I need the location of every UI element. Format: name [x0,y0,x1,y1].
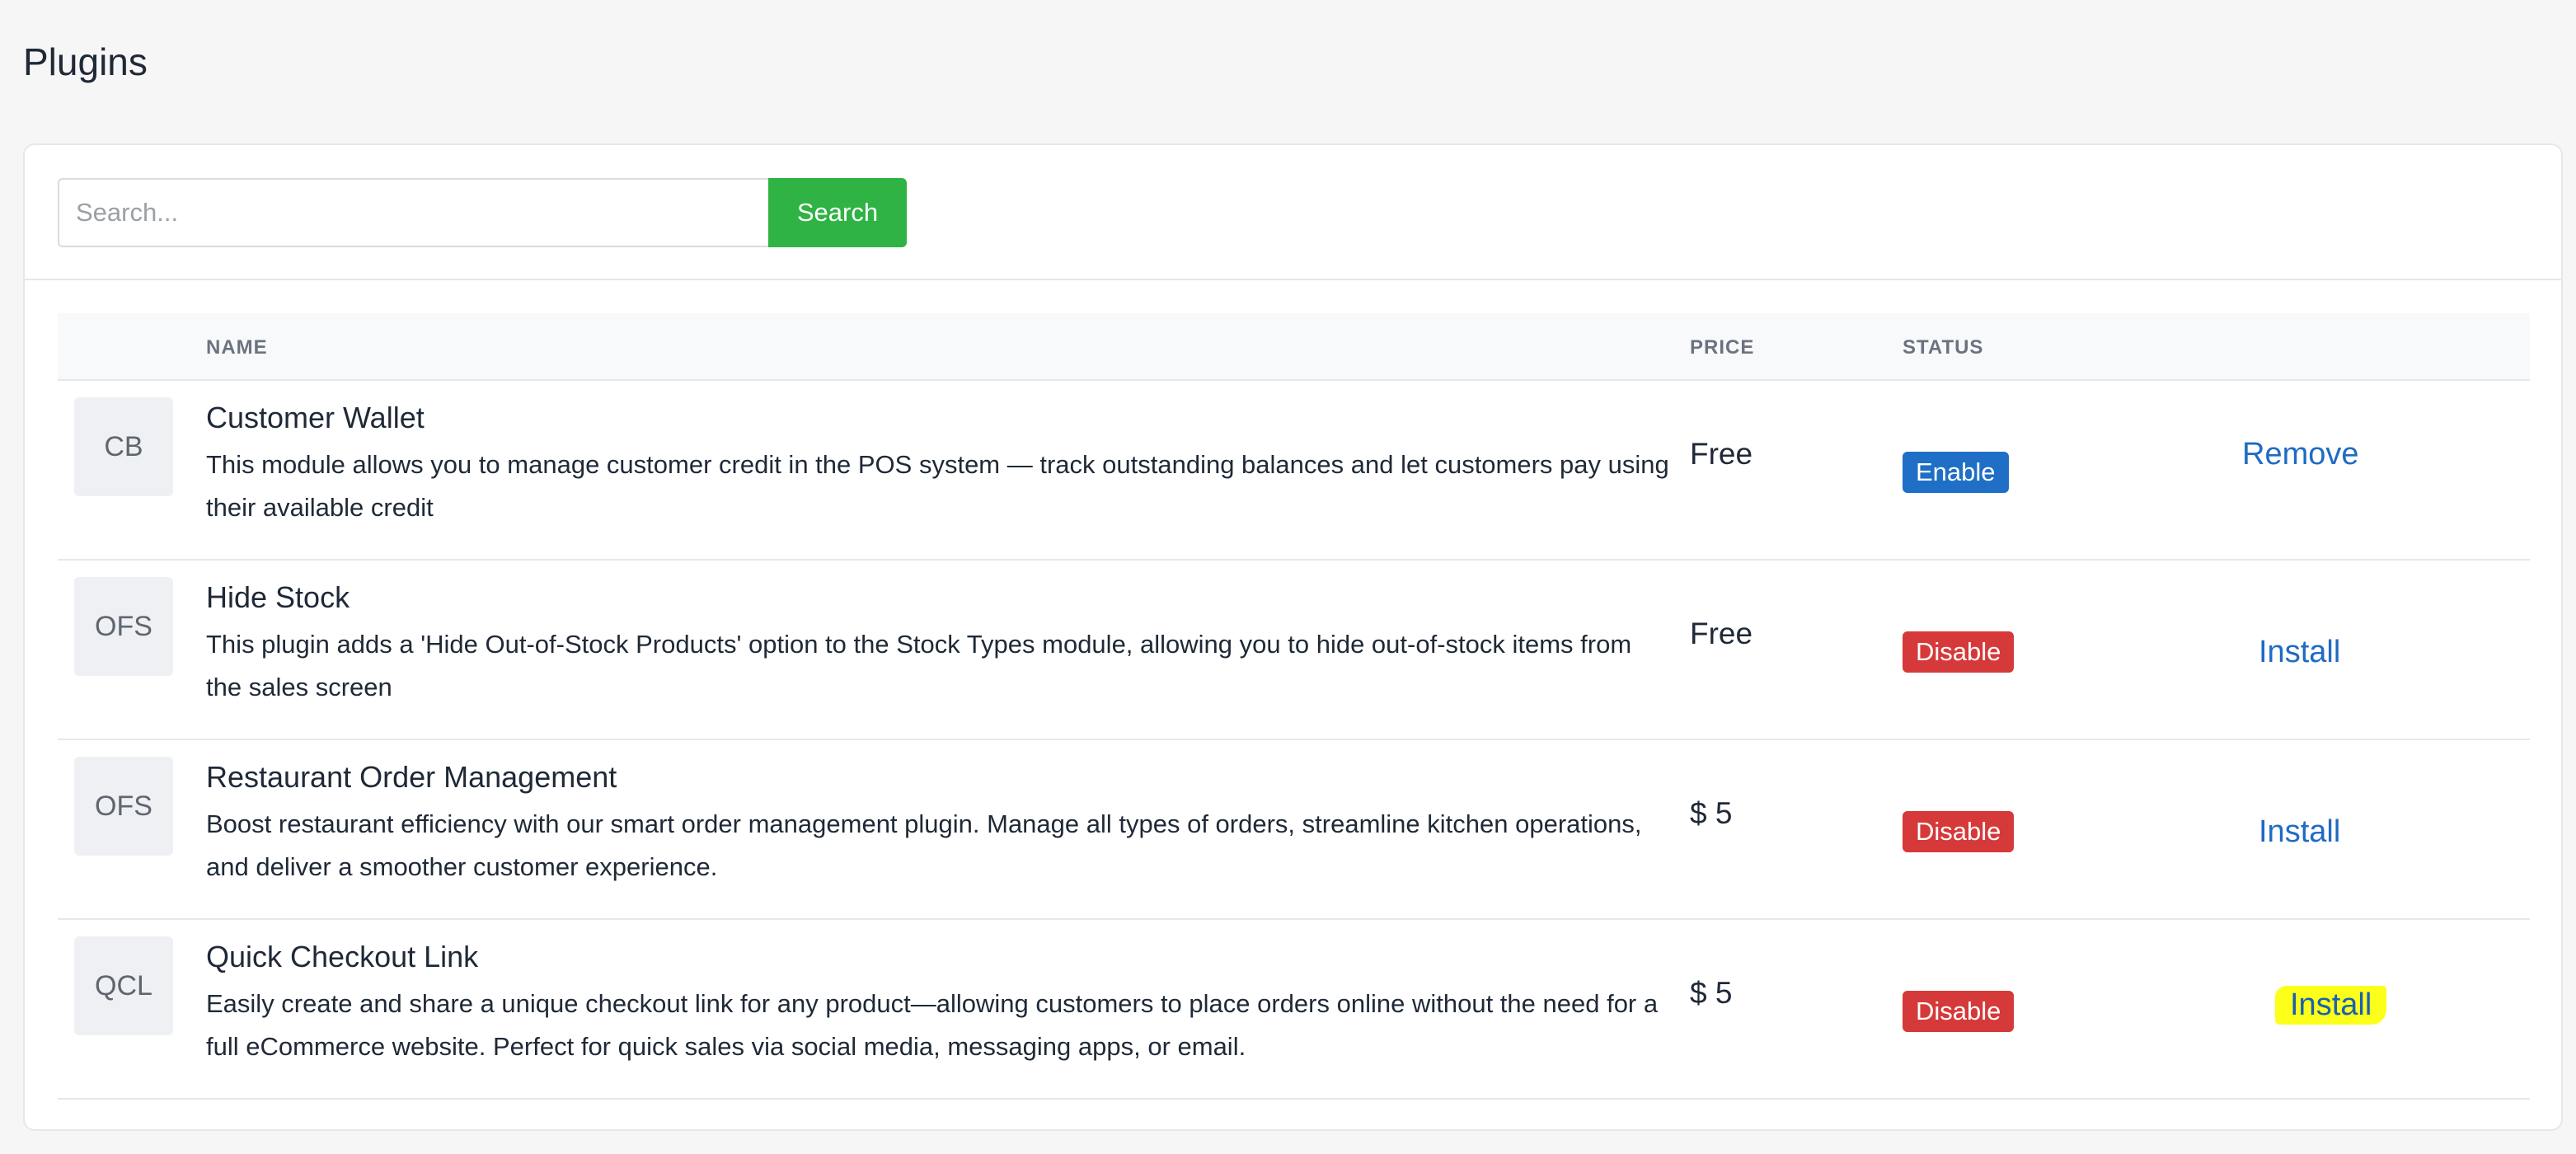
plugin-avatar: QCL [74,936,173,1035]
status-badge[interactable]: Disable [1903,991,2015,1032]
plugins-table: NAME PRICE STATUS CB Customer Wallet Thi… [58,313,2530,1100]
plugin-description: Easily create and share a unique checkou… [206,989,1659,1061]
plugin-price: Free [1690,437,1753,471]
status-badge[interactable]: Disable [1903,811,2015,852]
plugin-name: Hide Stock [206,580,350,614]
plugin-name: Restaurant Order Management [206,760,617,794]
plugin-description: This plugin adds a 'Hide Out-of-Stock Pr… [206,630,1632,701]
plugin-price: Free [1690,617,1753,650]
table-row: QCL Quick Checkout Link Easily create an… [58,920,2530,1100]
page-title: Plugins [23,40,148,83]
search-button[interactable]: Search [768,178,907,247]
plugin-name: Quick Checkout Link [206,940,479,973]
plugin-name: Customer Wallet [206,401,425,434]
status-badge[interactable]: Enable [1903,452,2009,493]
column-header-price: PRICE [1690,336,1755,359]
table-row: OFS Hide Stock This plugin adds a 'Hide … [58,561,2530,740]
install-button[interactable]: Install [2259,635,2340,670]
search-input[interactable] [58,178,768,247]
plugin-description: This module allows you to manage custome… [206,450,1669,522]
column-header-status: STATUS [1903,336,1984,359]
plugin-price: $ 5 [1690,796,1733,830]
plugin-description: Boost restaurant efficiency with our sma… [206,809,1642,881]
plugin-price: $ 5 [1690,976,1733,1010]
plugin-avatar: OFS [74,757,173,856]
table-row: CB Customer Wallet This module allows yo… [58,381,2530,561]
install-button-highlighted[interactable]: Install [2275,986,2387,1025]
table-row: OFS Restaurant Order Management Boost re… [58,740,2530,920]
remove-button[interactable]: Remove [2242,437,2359,472]
plugins-card: Search NAME PRICE STATUS CB Customer Wal… [23,143,2563,1131]
install-button[interactable]: Install [2259,814,2340,850]
search-bar: Search [25,145,2561,280]
table-header: NAME PRICE STATUS [58,313,2530,381]
column-header-name: NAME [206,336,268,359]
plugin-avatar: CB [74,397,173,496]
status-badge[interactable]: Disable [1903,631,2015,673]
plugin-avatar: OFS [74,577,173,676]
